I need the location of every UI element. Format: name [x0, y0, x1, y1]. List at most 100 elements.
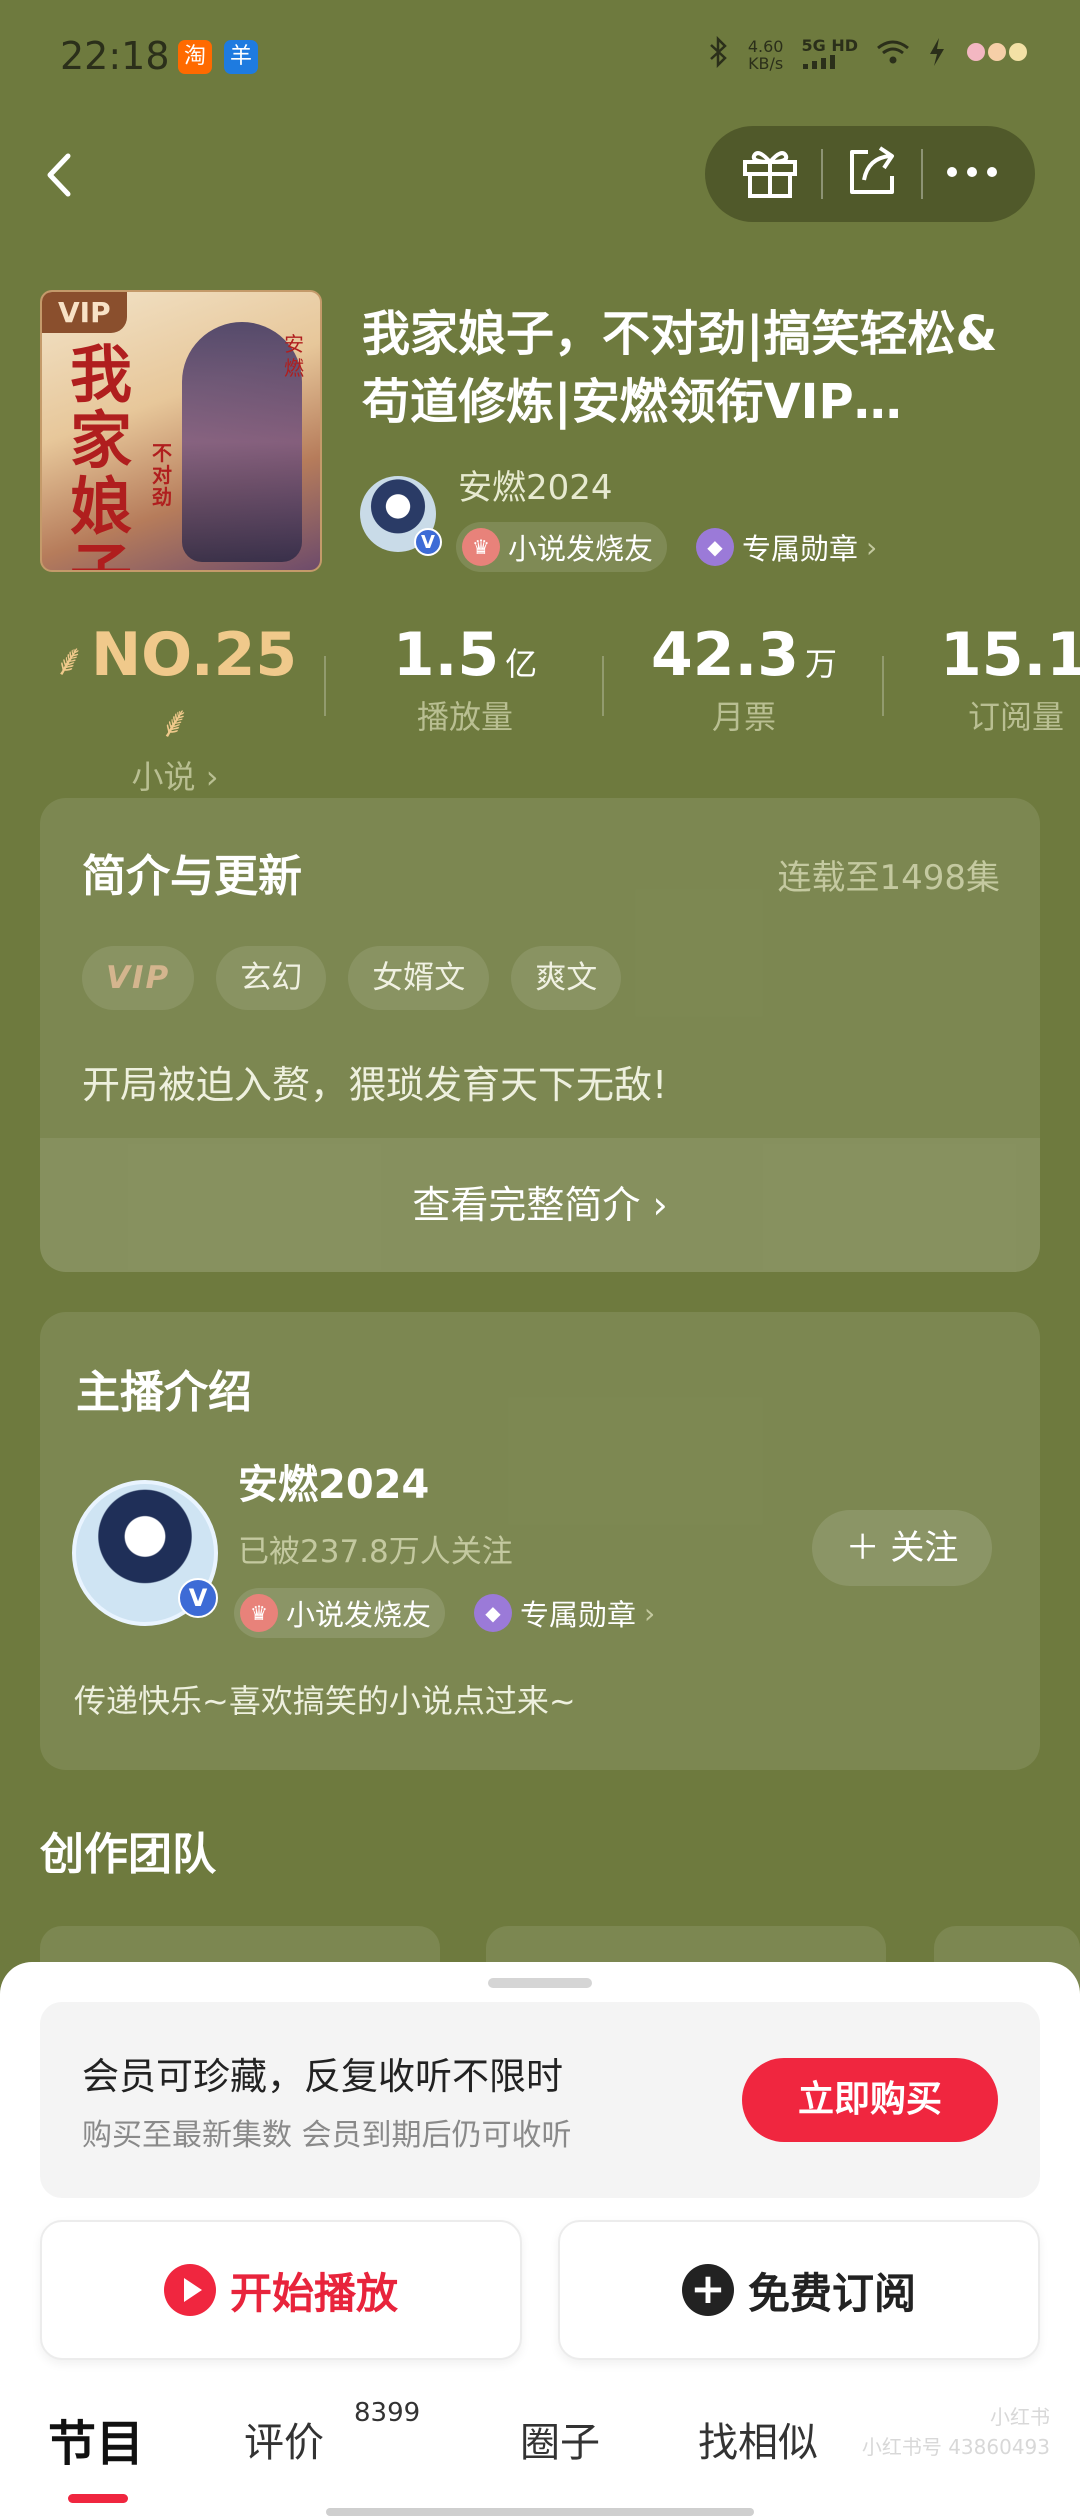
- host-medal-label: 专属勋章: [520, 1598, 637, 1632]
- host-avatar[interactable]: V: [72, 1480, 218, 1626]
- free-subscribe-button[interactable]: + 免费订阅: [558, 2220, 1040, 2360]
- watermark-logo: 小红书: [990, 2405, 1050, 2429]
- subs-value: 15.1: [940, 620, 1080, 690]
- tag-list: VIP 玄幻 女婿文 爽文: [82, 946, 622, 1010]
- tab-similar[interactable]: 找相似: [698, 2410, 818, 2468]
- verified-badge: V: [178, 1578, 218, 1618]
- network-speed-value: 4.60: [747, 37, 784, 56]
- home-indicator[interactable]: [326, 2508, 754, 2516]
- tickets-stat[interactable]: 42.3 万 月票: [626, 620, 862, 738]
- start-play-button[interactable]: 开始播放: [40, 2220, 522, 2360]
- play-icon: [163, 2264, 216, 2316]
- host-fan-badge-label: 小说发烧友: [286, 1598, 432, 1632]
- vip-badge: VIP: [42, 292, 127, 333]
- cover-title: 我家娘子: [70, 338, 133, 571]
- watermark: 小红书 小红书号 43860493: [830, 2402, 1050, 2462]
- rank-stat[interactable]: ⸙ NO.25 ⸙ 小说 ›: [44, 620, 306, 798]
- plays-value: 1.5: [392, 620, 500, 690]
- chevron-right-icon: ›: [652, 1183, 668, 1227]
- host-card: 主播介绍 V 安燃2024 已被237.8万人关注 ♛ 小说发烧友 ◆ 专属勋章…: [40, 1312, 1040, 1770]
- view-full-label: 查看完整简介: [412, 1183, 641, 1227]
- tickets-unit: 万: [805, 645, 838, 683]
- bluetooth-icon: [708, 35, 730, 74]
- xianyu-app-icon: 羊: [224, 40, 258, 74]
- stat-divider: [882, 656, 884, 716]
- membership-promo: 会员可珍藏，反复收听不限时 购买至最新集数 会员到期后仍可收听 立即购买: [40, 2002, 1040, 2198]
- author-name[interactable]: 安燃2024: [458, 460, 613, 509]
- host-bio: 传递快乐~喜欢搞笑的小说点过来~: [74, 1682, 576, 1720]
- network-speed-unit: KB/s: [748, 54, 784, 73]
- tickets-value: 42.3: [650, 620, 800, 690]
- charging-icon: [928, 37, 946, 73]
- fan-badge-label: 小说发烧友: [508, 532, 654, 566]
- buy-now-button[interactable]: 立即购买: [742, 2058, 998, 2142]
- subscribe-label: 免费订阅: [747, 2268, 916, 2318]
- network-type-label: 5G HD: [801, 36, 858, 55]
- wifi-icon: [876, 39, 910, 71]
- crown-icon: ♛: [240, 1594, 278, 1632]
- tab-reviews-label: 评价: [244, 2420, 324, 2466]
- medal-chip[interactable]: ◆ 专属勋章 ›: [690, 522, 891, 572]
- host-followers: 已被237.8万人关注: [238, 1534, 513, 1570]
- cover-author: 安燃: [284, 332, 304, 380]
- more-icon: [947, 167, 998, 177]
- tab-circle[interactable]: 圈子: [520, 2410, 600, 2468]
- team-title: 创作团队: [40, 1829, 216, 1880]
- cover-subtitle: 不对劲: [152, 441, 172, 509]
- laurel-left-icon: ⸙: [52, 635, 86, 686]
- crown-icon: ♛: [462, 528, 500, 566]
- medal-icon: ◆: [696, 528, 734, 566]
- follow-label: 关注: [890, 1528, 959, 1568]
- gift-icon: [742, 151, 797, 198]
- header-divider: [820, 149, 823, 199]
- header-divider: [921, 149, 924, 199]
- network-type: 5G HD: [801, 37, 858, 73]
- signal-bars-icon: [803, 55, 836, 69]
- share-button[interactable]: [844, 144, 900, 204]
- promo-subtitle: 购买至最新集数 会员到期后仍可收听: [82, 2118, 572, 2153]
- subs-label: 订阅量: [968, 698, 1065, 736]
- stat-divider: [324, 656, 326, 716]
- header-actions: [705, 126, 1035, 222]
- tickets-label: 月票: [711, 698, 776, 736]
- tag-item[interactable]: 女婿文: [348, 946, 490, 1010]
- chevron-right-icon: ›: [644, 1596, 656, 1630]
- plays-label: 播放量: [416, 698, 513, 736]
- follow-button[interactable]: ＋ 关注: [812, 1510, 992, 1586]
- more-button[interactable]: [944, 162, 1000, 186]
- plus-icon: +: [681, 2264, 734, 2316]
- sheet-drag-handle[interactable]: [488, 1978, 592, 1988]
- plays-unit: 亿: [505, 645, 538, 683]
- laurel-right-icon: ⸙: [158, 697, 192, 748]
- update-status: 连载至1498集: [777, 858, 1000, 898]
- book-cover[interactable]: 我家娘子 安燃 不对劲 VIP: [40, 290, 322, 572]
- back-button[interactable]: [38, 140, 88, 210]
- watermark-id: 小红书号 43860493: [861, 2435, 1050, 2459]
- purchase-sheet: 会员可珍藏，反复收听不限时 购买至最新集数 会员到期后仍可收听 立即购买 开始播…: [0, 1962, 1080, 2520]
- chevron-right-icon: ›: [205, 758, 219, 796]
- promo-title: 会员可珍藏，反复收听不限时: [82, 2055, 563, 2098]
- tab-reviews[interactable]: 评价: [244, 2410, 324, 2468]
- fan-badge-chip[interactable]: ♛ 小说发烧友: [456, 522, 668, 572]
- tab-episodes[interactable]: 节目: [48, 2404, 144, 2474]
- status-time: 22:18: [60, 34, 170, 78]
- tag-item[interactable]: 玄幻: [216, 946, 327, 1010]
- host-medal-chip[interactable]: ◆ 专属勋章 ›: [468, 1588, 669, 1638]
- verified-badge: V: [414, 528, 442, 556]
- host-name[interactable]: 安燃2024: [238, 1452, 429, 1510]
- tag-item[interactable]: 爽文: [511, 946, 622, 1010]
- intro-card: 简介与更新 连载至1498集 VIP 玄幻 女婿文 爽文 开局被迫入赘，猥琐发育…: [40, 798, 1040, 1272]
- host-fan-badge-chip[interactable]: ♛ 小说发烧友: [234, 1588, 446, 1638]
- network-speed: 4.60 KB/s: [748, 38, 784, 72]
- intro-title: 简介与更新: [82, 851, 302, 902]
- author-avatar[interactable]: V: [360, 476, 442, 556]
- start-play-label: 开始播放: [229, 2268, 398, 2318]
- rank-value: NO.25: [90, 620, 298, 690]
- medal-icon: ◆: [474, 1594, 512, 1632]
- gift-button[interactable]: [740, 144, 800, 204]
- active-tab-indicator: [68, 2494, 128, 2503]
- view-full-intro-button[interactable]: 查看完整简介 ›: [40, 1138, 1040, 1272]
- plays-stat: 1.5 亿 播放量: [350, 620, 580, 738]
- tag-vip[interactable]: VIP: [82, 946, 195, 1010]
- plus-icon: ＋: [845, 1528, 880, 1568]
